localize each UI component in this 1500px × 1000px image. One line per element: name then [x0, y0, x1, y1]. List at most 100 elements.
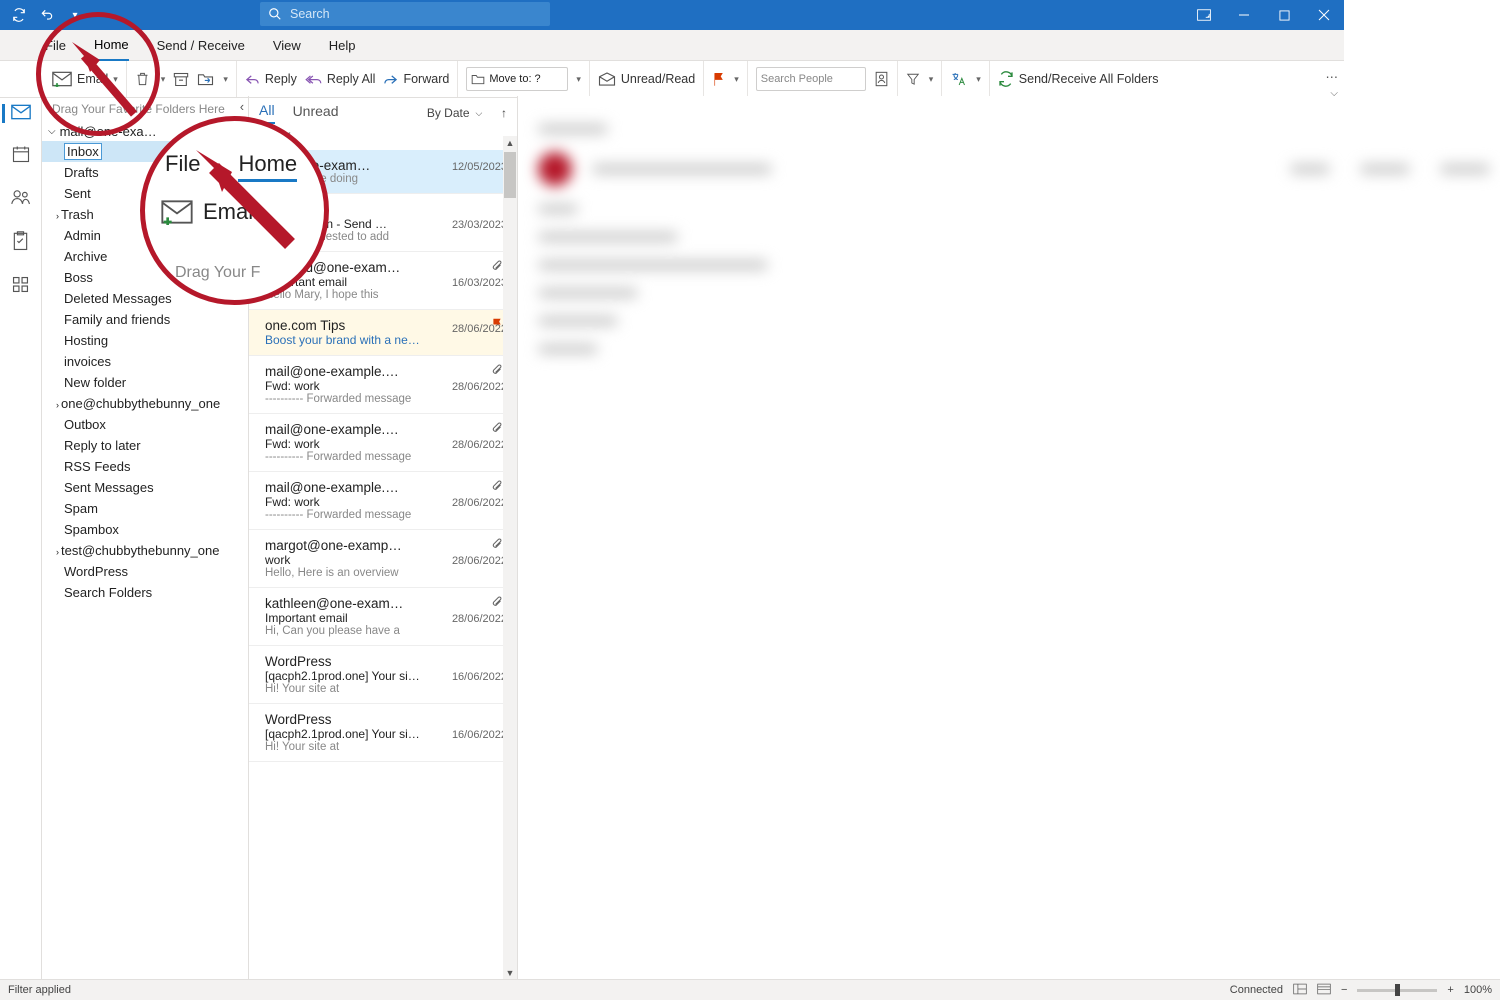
- ribbon-more-icon[interactable]: ⋯: [1326, 69, 1339, 84]
- scroll-up-icon[interactable]: ▲: [503, 136, 517, 150]
- tab-home[interactable]: Home: [94, 29, 129, 61]
- undo-icon[interactable]: [38, 6, 56, 24]
- tab-send-receive[interactable]: Send / Receive: [157, 30, 245, 60]
- folder-inbox[interactable]: Inbox: [42, 141, 248, 162]
- move-to-dropdown[interactable]: Move to: ?: [466, 67, 568, 91]
- attachment-icon: [491, 480, 503, 497]
- tab-unread[interactable]: Unread: [293, 103, 339, 123]
- mail-item[interactable]: mail@one-example.…Fwd: work---------- Fo…: [249, 414, 517, 472]
- folder-family-and-friends[interactable]: Family and friends: [42, 309, 248, 330]
- folder-reply-to-later[interactable]: Reply to later: [42, 435, 248, 456]
- maximize-icon[interactable]: [1274, 5, 1294, 25]
- group-header: …der: [249, 124, 517, 146]
- scroll-down-icon[interactable]: ▼: [503, 966, 517, 980]
- folder-archive[interactable]: Archive: [42, 246, 248, 267]
- rail-more-icon[interactable]: [12, 276, 29, 296]
- zoom-in-icon[interactable]: +: [1447, 984, 1453, 996]
- folder-admin[interactable]: Admin: [42, 225, 248, 246]
- rail-calendar-icon[interactable]: [12, 145, 30, 166]
- send-receive-all-button[interactable]: Send/Receive All Folders: [998, 61, 1159, 97]
- folder-invoices[interactable]: invoices: [42, 351, 248, 372]
- minimize-icon[interactable]: [1234, 5, 1254, 25]
- mail-item[interactable]: WordPress[qacph2.1prod.one] Your si…Hi! …: [249, 704, 517, 762]
- folder-new-folder[interactable]: New folder: [42, 372, 248, 393]
- sync-icon[interactable]: [10, 6, 28, 24]
- tab-help[interactable]: Help: [329, 30, 356, 60]
- forward-button[interactable]: Forward: [383, 61, 449, 97]
- folder-sent[interactable]: Sent: [42, 183, 248, 204]
- forward-icon: [383, 73, 398, 85]
- tab-file[interactable]: File: [45, 30, 66, 60]
- translate-button[interactable]: ▾: [950, 61, 981, 97]
- sort-button[interactable]: By Date ⌵ ↑: [427, 106, 507, 120]
- reply-all-button[interactable]: Reply All: [305, 61, 376, 97]
- mail-item[interactable]: WordPress[qacph2.1prod.one] Your si…Hi! …: [249, 646, 517, 704]
- book-icon: [874, 71, 889, 87]
- reply-button[interactable]: Reply: [245, 61, 297, 97]
- folder-wordpress[interactable]: WordPress: [42, 561, 248, 582]
- ribbon: Email ▾ ▾ ▾ Reply Reply All Forward Move…: [0, 61, 1344, 98]
- tab-all[interactable]: All: [259, 102, 275, 124]
- view-normal-icon[interactable]: [1293, 983, 1307, 998]
- attachment-icon: [491, 260, 503, 277]
- folder-hosting[interactable]: Hosting: [42, 330, 248, 351]
- view-reading-icon[interactable]: [1317, 983, 1331, 998]
- filter-button[interactable]: ▾: [906, 61, 934, 97]
- zoom-slider[interactable]: [1357, 989, 1437, 992]
- move-button[interactable]: ▾: [197, 61, 228, 97]
- mail-item[interactable]: kathleen@one-exam…Important emailHi, Can…: [249, 588, 517, 646]
- folder-rss-feeds[interactable]: RSS Feeds: [42, 456, 248, 477]
- attachment-icon: [491, 538, 503, 555]
- mail-item[interactable]: mail@one-example.…Fwd: work---------- Fo…: [249, 472, 517, 530]
- reading-pane: [518, 96, 1500, 980]
- folder-search-folders[interactable]: Search Folders: [42, 582, 248, 603]
- mail-item[interactable]: thorvald@one-exam…important emailHello M…: [249, 252, 517, 310]
- envelope-open-icon: [598, 72, 616, 86]
- archive-button[interactable]: [173, 61, 189, 97]
- search-people-input[interactable]: Search People: [756, 67, 866, 91]
- folder-one-chubbythebunny-one[interactable]: ›one@chubbythebunny_one: [42, 393, 248, 414]
- folder-sent-messages[interactable]: Sent Messages: [42, 477, 248, 498]
- close-icon[interactable]: [1314, 5, 1334, 25]
- rail-people-icon[interactable]: [11, 188, 31, 209]
- folder-outbox[interactable]: Outbox: [42, 414, 248, 435]
- unread-read-button[interactable]: Unread/Read: [598, 61, 695, 97]
- mail-item[interactable]: TeamConfirmation - Send …d have requeste…: [249, 194, 517, 252]
- search-input[interactable]: Search: [260, 2, 550, 26]
- rail-mail-icon[interactable]: [2, 104, 31, 123]
- folder-trash[interactable]: ›Trash: [42, 204, 248, 225]
- rail-tasks-icon[interactable]: [12, 231, 29, 254]
- collapse-folders-icon[interactable]: ‹: [240, 100, 244, 114]
- folder-spam[interactable]: Spam: [42, 498, 248, 519]
- reply-icon: [245, 73, 260, 85]
- folder-move-icon: [197, 72, 214, 86]
- flag-icon: [491, 318, 503, 334]
- zoom-out-icon[interactable]: −: [1341, 984, 1347, 996]
- mail-item[interactable]: mail@one-example.…Fwd: work---------- Fo…: [249, 356, 517, 414]
- folder-drafts[interactable]: Drafts: [42, 162, 248, 183]
- tab-view[interactable]: View: [273, 30, 301, 60]
- folder-boss[interactable]: Boss: [42, 267, 248, 288]
- address-book-button[interactable]: [874, 61, 889, 97]
- folder-spambox[interactable]: Spambox: [42, 519, 248, 540]
- quick-access-more-icon[interactable]: ▾: [66, 6, 84, 24]
- sync-all-icon: [998, 71, 1014, 87]
- folder-deleted-messages[interactable]: Deleted Messages: [42, 288, 248, 309]
- favorites-drop: Drag Your Favorite Folders Here: [42, 96, 248, 122]
- scrollbar-thumb[interactable]: [504, 152, 516, 198]
- flag-button[interactable]: ▾: [712, 61, 739, 97]
- scrollbar-track[interactable]: [503, 136, 517, 980]
- status-connected: Connected: [1230, 984, 1283, 996]
- mail-item[interactable]: one.com TipsBoost your brand with a ne…2…: [249, 310, 517, 356]
- ribbon-display-icon[interactable]: [1194, 5, 1214, 25]
- sort-asc-icon[interactable]: ↑: [501, 106, 507, 120]
- new-email-button[interactable]: Email ▾: [52, 61, 118, 97]
- mail-item[interactable]: margot@one-examp…workHello, Here is an o…: [249, 530, 517, 588]
- delete-button[interactable]: ▾: [135, 61, 166, 97]
- account-header[interactable]: ⌵mail@one-exa…: [42, 122, 248, 141]
- mail-item[interactable]: ald@one-exam…Hope you're doing12/05/2023: [249, 150, 517, 194]
- folder-test-chubbythebunny-one[interactable]: ›test@chubbythebunny_one: [42, 540, 248, 561]
- move-to-caret[interactable]: ▾: [576, 61, 581, 97]
- reply-all-icon: [305, 73, 322, 85]
- search-icon: [268, 7, 282, 21]
